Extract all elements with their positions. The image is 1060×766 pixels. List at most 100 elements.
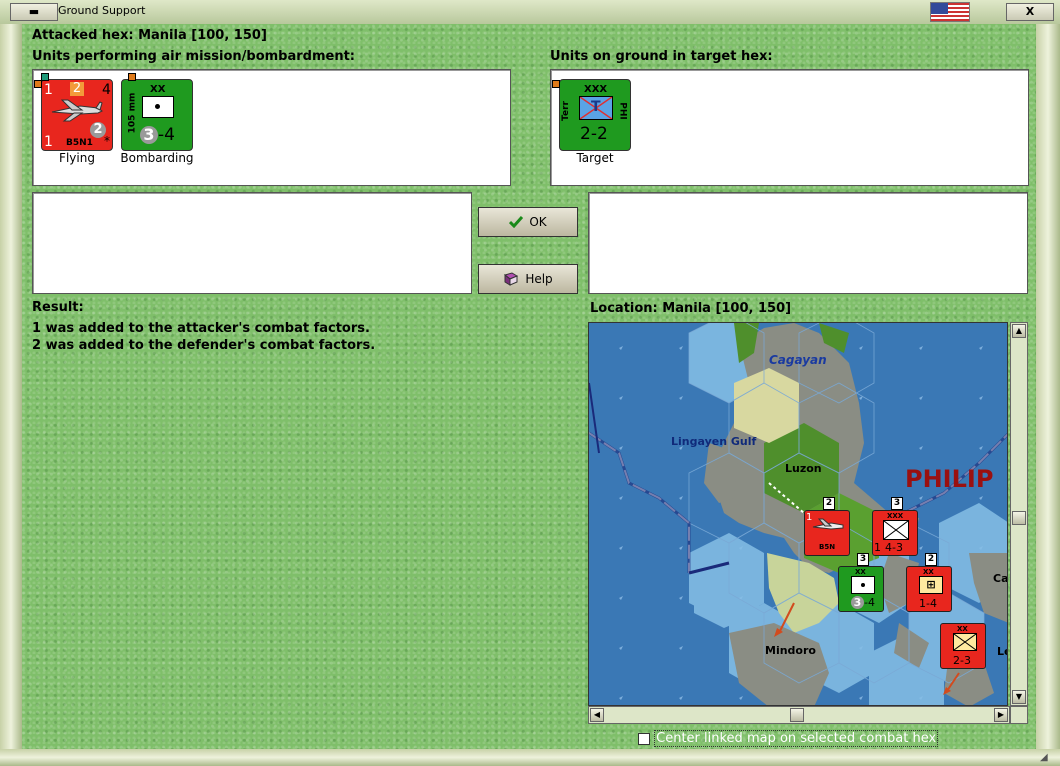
air-top-right: 4 [102, 82, 111, 98]
attackers-label: Units performing air mission/bombardment… [32, 49, 356, 64]
title-bar: ▬ Ground Support X [0, 0, 1060, 25]
map-art-circle: 3 [851, 596, 864, 609]
map-eng-factor: 1-4 [919, 597, 937, 610]
map-inf-corps-badge: 3 [891, 497, 903, 510]
air-status-dot-2 [34, 80, 42, 88]
defenders-label: Units on ground in target hex: [550, 49, 773, 64]
location-map[interactable]: Cagayan Lingayen Gulf Luzon PHILIP Mindo… [588, 322, 1008, 706]
artillery-symbol-icon [851, 576, 875, 594]
map-counter-infantry-division[interactable]: XX 2-3 [940, 623, 986, 669]
result-label: Result: [32, 300, 84, 315]
map-label-mindoro: Mindoro [765, 644, 816, 657]
map-label-philip: PHILIP [905, 465, 994, 493]
scroll-up-icon[interactable]: ▲ [1012, 324, 1026, 338]
map-label-cagayan: Cagayan [769, 353, 827, 367]
air-top-left: 1 [44, 82, 53, 98]
center-linked-map-label[interactable]: Center linked map on selected combat hex [654, 730, 939, 747]
help-button[interactable]: Help [478, 264, 578, 294]
artillery-unit-caption: Bombarding [120, 151, 194, 165]
map-art-size: XX [855, 568, 866, 576]
attacker-info-panel [32, 192, 472, 294]
airplane-icon [51, 99, 103, 122]
map-counter-infantry-corps[interactable]: XXX 1 4-3 [872, 510, 918, 556]
artillery-size-mark: XX [150, 84, 166, 95]
map-inf-corps-size: XXX [887, 512, 904, 520]
air-unit-name: B5N1 [66, 138, 93, 148]
map-inf-div-factor: 2-3 [953, 654, 971, 667]
map-label-luzon: Luzon [785, 462, 822, 475]
map-eng-badge: 2 [925, 553, 937, 566]
help-button-label: Help [525, 272, 553, 286]
map-inf-div-size: XX [957, 625, 968, 633]
engineer-symbol-icon: ⊞ [919, 576, 943, 594]
map-counter-engineer[interactable]: XX ⊞ 1-4 [906, 566, 952, 612]
artillery-symbol-icon [142, 96, 174, 118]
map-air-badge: 2 [823, 497, 835, 510]
air-status-dot [41, 73, 49, 81]
scroll-left-icon[interactable]: ◀ [590, 708, 604, 722]
scroll-right-icon[interactable]: ▶ [994, 708, 1008, 722]
territorial-symbol-icon: T [579, 96, 613, 120]
target-left-label: Terr [560, 101, 571, 121]
attacked-hex-label: Attacked hex: Manila [100, 150] [32, 28, 267, 43]
ok-button[interactable]: OK [478, 207, 578, 237]
map-air-name: B5N [819, 543, 836, 551]
minimize-button[interactable]: ▬ [10, 3, 58, 21]
ok-button-label: OK [529, 215, 547, 229]
air-bottom-left: 1 [44, 134, 53, 150]
map-art-factor: -4 [864, 596, 875, 609]
minimize-icon: ▬ [28, 5, 40, 18]
map-label-lingayen: Lingayen Gulf [671, 435, 757, 448]
airplane-icon [812, 518, 844, 530]
close-icon: X [1025, 5, 1035, 18]
defender-info-panel [588, 192, 1028, 294]
infantry-symbol-icon [953, 633, 977, 651]
checkmark-icon [509, 216, 524, 228]
map-vertical-scrollbar[interactable]: ▲ ▼ [1010, 322, 1028, 706]
map-air-stack-digit: 1 [806, 512, 813, 523]
target-center: T [591, 99, 601, 115]
map-inf-corps-stack-digit: 1 [874, 541, 881, 554]
map-label-ca: Ca [993, 572, 1008, 585]
map-horizontal-scrollbar[interactable]: ◀ ▶ [588, 706, 1010, 724]
map-eng-size: XX [923, 568, 934, 576]
scroll-down-icon[interactable]: ▼ [1012, 690, 1026, 704]
target-factor: 2-2 [580, 124, 608, 144]
artillery-status-dot [128, 73, 136, 81]
target-counter-body: XXX Terr PHI T 2-2 [559, 79, 631, 151]
window-title: Ground Support [58, 4, 146, 17]
window-frame-right [1036, 24, 1060, 766]
target-status-dot [552, 80, 560, 88]
window-frame-left [0, 24, 22, 766]
location-label: Location: Manila [100, 150] [590, 301, 792, 316]
map-inf-corps-factor: 4-3 [885, 541, 903, 554]
us-flag-icon [930, 2, 970, 22]
resize-grip-icon[interactable]: ◢ [1040, 752, 1048, 763]
air-counter-body: 1 2 4 2 1 B5N1 * [41, 79, 113, 151]
result-line-2: 2 was added to the defender's combat fac… [32, 338, 376, 353]
infantry-symbol-icon [883, 520, 909, 540]
map-counter-artillery[interactable]: XX 3 -4 [838, 566, 884, 612]
attackers-panel: 1 2 4 2 1 B5N1 * Flying XX 105 mm 3 -4 B… [32, 69, 511, 186]
artillery-side-label: 105 mm [127, 92, 138, 134]
map-counter-air[interactable]: 1 B5N [804, 510, 850, 556]
scroll-corner [1010, 706, 1028, 724]
defenders-panel: XXX Terr PHI T 2-2 Target [550, 69, 1029, 186]
air-top-badge: 2 [70, 82, 84, 96]
close-button[interactable]: X [1006, 3, 1054, 21]
result-line-1: 1 was added to the attacker's combat fac… [32, 321, 370, 336]
help-book-icon [504, 272, 519, 286]
center-linked-map-checkbox[interactable] [638, 732, 650, 745]
map-label-le: Le [997, 645, 1007, 658]
target-size-mark: XXX [584, 84, 608, 95]
vertical-scroll-thumb[interactable] [1012, 511, 1026, 525]
center-linked-map-option[interactable]: Center linked map on selected combat hex [638, 730, 939, 747]
artillery-factor: -4 [158, 125, 175, 145]
map-art-badge: 3 [857, 553, 869, 566]
target-unit-caption: Target [576, 151, 614, 165]
artillery-counter-body: XX 105 mm 3 -4 [121, 79, 193, 151]
air-star: * [104, 134, 110, 148]
horizontal-scroll-thumb[interactable] [790, 708, 804, 722]
artillery-circle-value: 3 [140, 126, 158, 144]
target-right-label: PHI [617, 102, 628, 120]
